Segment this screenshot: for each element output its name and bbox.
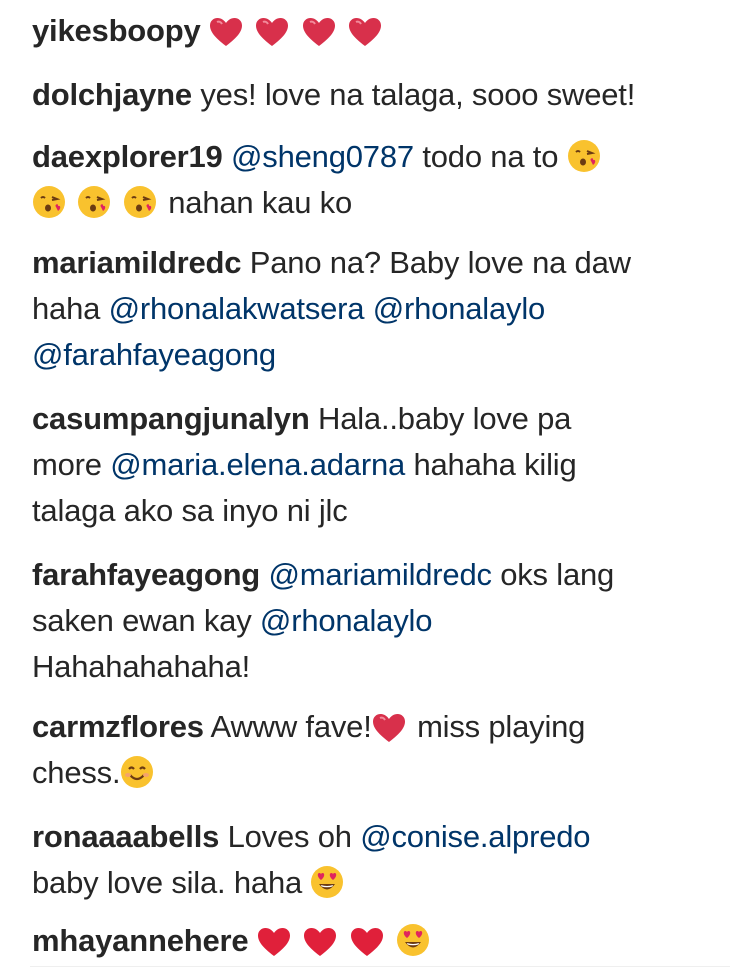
face-blowing-kiss-icon xyxy=(123,185,157,219)
comment-username[interactable]: daexplorer19 xyxy=(32,139,223,174)
red-heart-icon xyxy=(255,17,289,47)
comment-text: hahaha kilig xyxy=(413,447,577,482)
comment-text: chess. xyxy=(32,755,121,790)
comment-username[interactable]: mhayannehere xyxy=(32,923,249,958)
comment-item: farahfayeagong @mariamildredc oks lang s… xyxy=(32,552,732,690)
comment-text: miss playing xyxy=(417,709,586,744)
mention-link[interactable]: @conise.alpredo xyxy=(360,819,590,854)
red-heart-icon xyxy=(257,927,291,957)
comment-username[interactable]: dolchjayne xyxy=(32,77,192,112)
comment-item: mhayannehere xyxy=(32,918,732,964)
smiling-face-icon xyxy=(120,755,154,789)
comment-username[interactable]: mariamildredc xyxy=(32,245,242,280)
mention-link[interactable]: @maria.elena.adarna xyxy=(110,447,405,482)
mention-link[interactable]: @rhonalakwatsera xyxy=(109,291,365,326)
mention-link[interactable]: @farahfayeagong xyxy=(32,337,276,372)
comment-username[interactable]: carmzflores xyxy=(32,709,204,744)
comment-username[interactable]: yikesboopy xyxy=(32,13,201,48)
red-heart-icon xyxy=(209,17,243,47)
comment-text: yes! love na talaga, sooo sweet! xyxy=(200,77,636,112)
face-blowing-kiss-icon xyxy=(77,185,111,219)
comment-text: Pano na? Baby love na daw xyxy=(249,245,631,280)
heart-eyes-face-icon xyxy=(396,923,430,957)
comment-text: Awww fave! xyxy=(210,709,372,744)
comment-item: ronaaaabells Loves oh @conise.alpredo ba… xyxy=(32,814,732,906)
mention-link[interactable]: @rhonalaylo xyxy=(373,291,546,326)
comment-text: baby love sila. haha xyxy=(32,865,303,900)
comment-username[interactable]: casumpangjunalyn xyxy=(32,401,310,436)
red-heart-icon xyxy=(372,713,406,743)
heart-eyes-face-icon xyxy=(310,865,344,899)
mention-link[interactable]: @rhonalaylo xyxy=(260,603,433,638)
face-blowing-kiss-icon xyxy=(32,185,66,219)
comment-item: carmzflores Awww fave! miss playing ches… xyxy=(32,704,732,796)
comment-item: yikesboopy xyxy=(32,8,732,54)
red-heart-icon xyxy=(350,927,384,957)
comment-username[interactable]: ronaaaabells xyxy=(32,819,219,854)
red-heart-icon xyxy=(348,17,382,47)
mention-link[interactable]: @mariamildredc xyxy=(268,557,492,592)
comment-item: dolchjayne yes! love na talaga, sooo swe… xyxy=(32,72,732,118)
comment-text: Loves oh xyxy=(227,819,352,854)
comment-item: casumpangjunalyn Hala..baby love pa more… xyxy=(32,396,732,534)
face-blowing-kiss-icon xyxy=(567,139,601,173)
comment-text: todo na to xyxy=(422,139,559,174)
comment-item: mariamildredc Pano na? Baby love na daw … xyxy=(32,240,732,378)
comment-text: talaga ako sa inyo ni jlc xyxy=(32,493,348,528)
comment-text: saken ewan kay xyxy=(32,603,252,638)
comment-text: more xyxy=(32,447,102,482)
red-heart-icon xyxy=(303,927,337,957)
comment-text: Hahahahahaha! xyxy=(32,649,251,684)
comment-divider xyxy=(30,966,730,967)
comment-text: Hala..baby love pa xyxy=(318,401,572,436)
red-heart-icon xyxy=(302,17,336,47)
comment-item: daexplorer19 @sheng0787 todo na to nahan… xyxy=(32,134,732,226)
comment-username[interactable]: farahfayeagong xyxy=(32,557,260,592)
comment-text: oks lang xyxy=(500,557,615,592)
comment-text: nahan kau ko xyxy=(168,185,353,220)
comment-text: haha xyxy=(32,291,101,326)
mention-link[interactable]: @sheng0787 xyxy=(231,139,414,174)
